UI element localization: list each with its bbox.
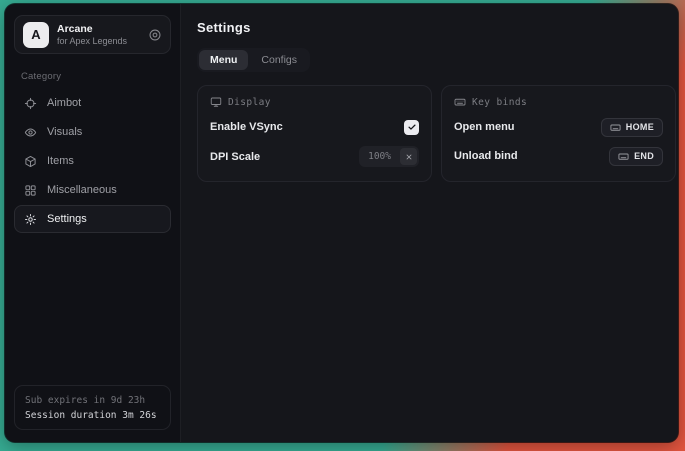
settings-tabs: Menu Configs	[197, 48, 310, 72]
tab-menu[interactable]: Menu	[199, 50, 248, 70]
dpi-label: DPI Scale	[210, 151, 260, 163]
open-menu-key: HOME	[626, 122, 654, 132]
session-duration-text: Session duration 3m 26s	[25, 410, 160, 421]
target-icon[interactable]	[148, 28, 162, 42]
keyboard-icon	[618, 151, 629, 162]
open-menu-label: Open menu	[454, 121, 515, 133]
sidebar: A Arcane for Apex Legends Category	[5, 4, 181, 442]
sidebar-item-label: Items	[47, 155, 74, 167]
sidebar-item-settings[interactable]: Settings	[14, 205, 171, 233]
grid-icon	[24, 184, 37, 197]
category-label: Category	[14, 71, 171, 82]
sidebar-item-miscellaneous[interactable]: Miscellaneous	[14, 176, 171, 204]
subscription-status-card: Sub expires in 9d 23h Session duration 3…	[14, 385, 171, 430]
tab-configs[interactable]: Configs	[250, 50, 308, 70]
main-content: Settings Menu Configs Display	[181, 4, 678, 442]
settings-cards: Display Enable VSync DPI Scale 100%	[197, 85, 676, 182]
vsync-row: Enable VSync	[210, 117, 419, 137]
brand-card: A Arcane for Apex Legends	[14, 15, 171, 54]
sub-expires-text: Sub expires in 9d 23h	[25, 395, 160, 406]
app-logo: A	[23, 22, 49, 48]
unload-bind-keybind[interactable]: END	[609, 147, 663, 166]
app-subtitle: for Apex Legends	[57, 36, 127, 46]
eye-icon	[24, 126, 37, 139]
display-card: Display Enable VSync DPI Scale 100%	[197, 85, 432, 182]
sidebar-spacer	[14, 233, 171, 385]
dpi-scale-value: 100%	[359, 151, 400, 162]
sidebar-item-label: Aimbot	[47, 97, 81, 109]
sidebar-item-label: Settings	[47, 213, 87, 225]
vsync-label: Enable VSync	[210, 121, 283, 133]
app-window: A Arcane for Apex Legends Category	[5, 4, 678, 442]
dpi-row: DPI Scale 100%	[210, 146, 419, 167]
crosshair-icon	[24, 97, 37, 110]
monitor-icon	[210, 96, 222, 108]
unload-bind-row: Unload bind END	[454, 146, 663, 166]
open-menu-keybind[interactable]: HOME	[601, 118, 663, 137]
open-menu-row: Open menu HOME	[454, 117, 663, 137]
gear-icon	[24, 213, 37, 226]
unload-bind-key: END	[634, 151, 654, 161]
sidebar-item-aimbot[interactable]: Aimbot	[14, 89, 171, 117]
app-title: Arcane	[57, 23, 127, 35]
keyboard-icon	[610, 122, 621, 133]
sidebar-item-label: Visuals	[47, 126, 82, 138]
unload-bind-label: Unload bind	[454, 150, 518, 162]
sidebar-item-label: Miscellaneous	[47, 184, 117, 196]
brand-meta: Arcane for Apex Legends	[57, 23, 127, 46]
clear-icon[interactable]	[400, 148, 417, 165]
vsync-checkbox[interactable]	[404, 120, 419, 135]
sidebar-item-visuals[interactable]: Visuals	[14, 118, 171, 146]
keyboard-icon	[454, 96, 466, 108]
sidebar-item-items[interactable]: Items	[14, 147, 171, 175]
keybinds-card-title: Key binds	[472, 97, 527, 108]
display-card-title: Display	[228, 97, 271, 108]
cube-icon	[24, 155, 37, 168]
sidebar-nav: Aimbot Visuals Items	[14, 89, 171, 233]
dpi-scale-input[interactable]: 100%	[359, 146, 419, 167]
check-icon	[407, 122, 417, 132]
keybinds-card: Key binds Open menu HOME	[441, 85, 676, 182]
display-card-header: Display	[210, 96, 419, 108]
keybinds-card-header: Key binds	[454, 96, 663, 108]
page-title: Settings	[197, 20, 676, 35]
